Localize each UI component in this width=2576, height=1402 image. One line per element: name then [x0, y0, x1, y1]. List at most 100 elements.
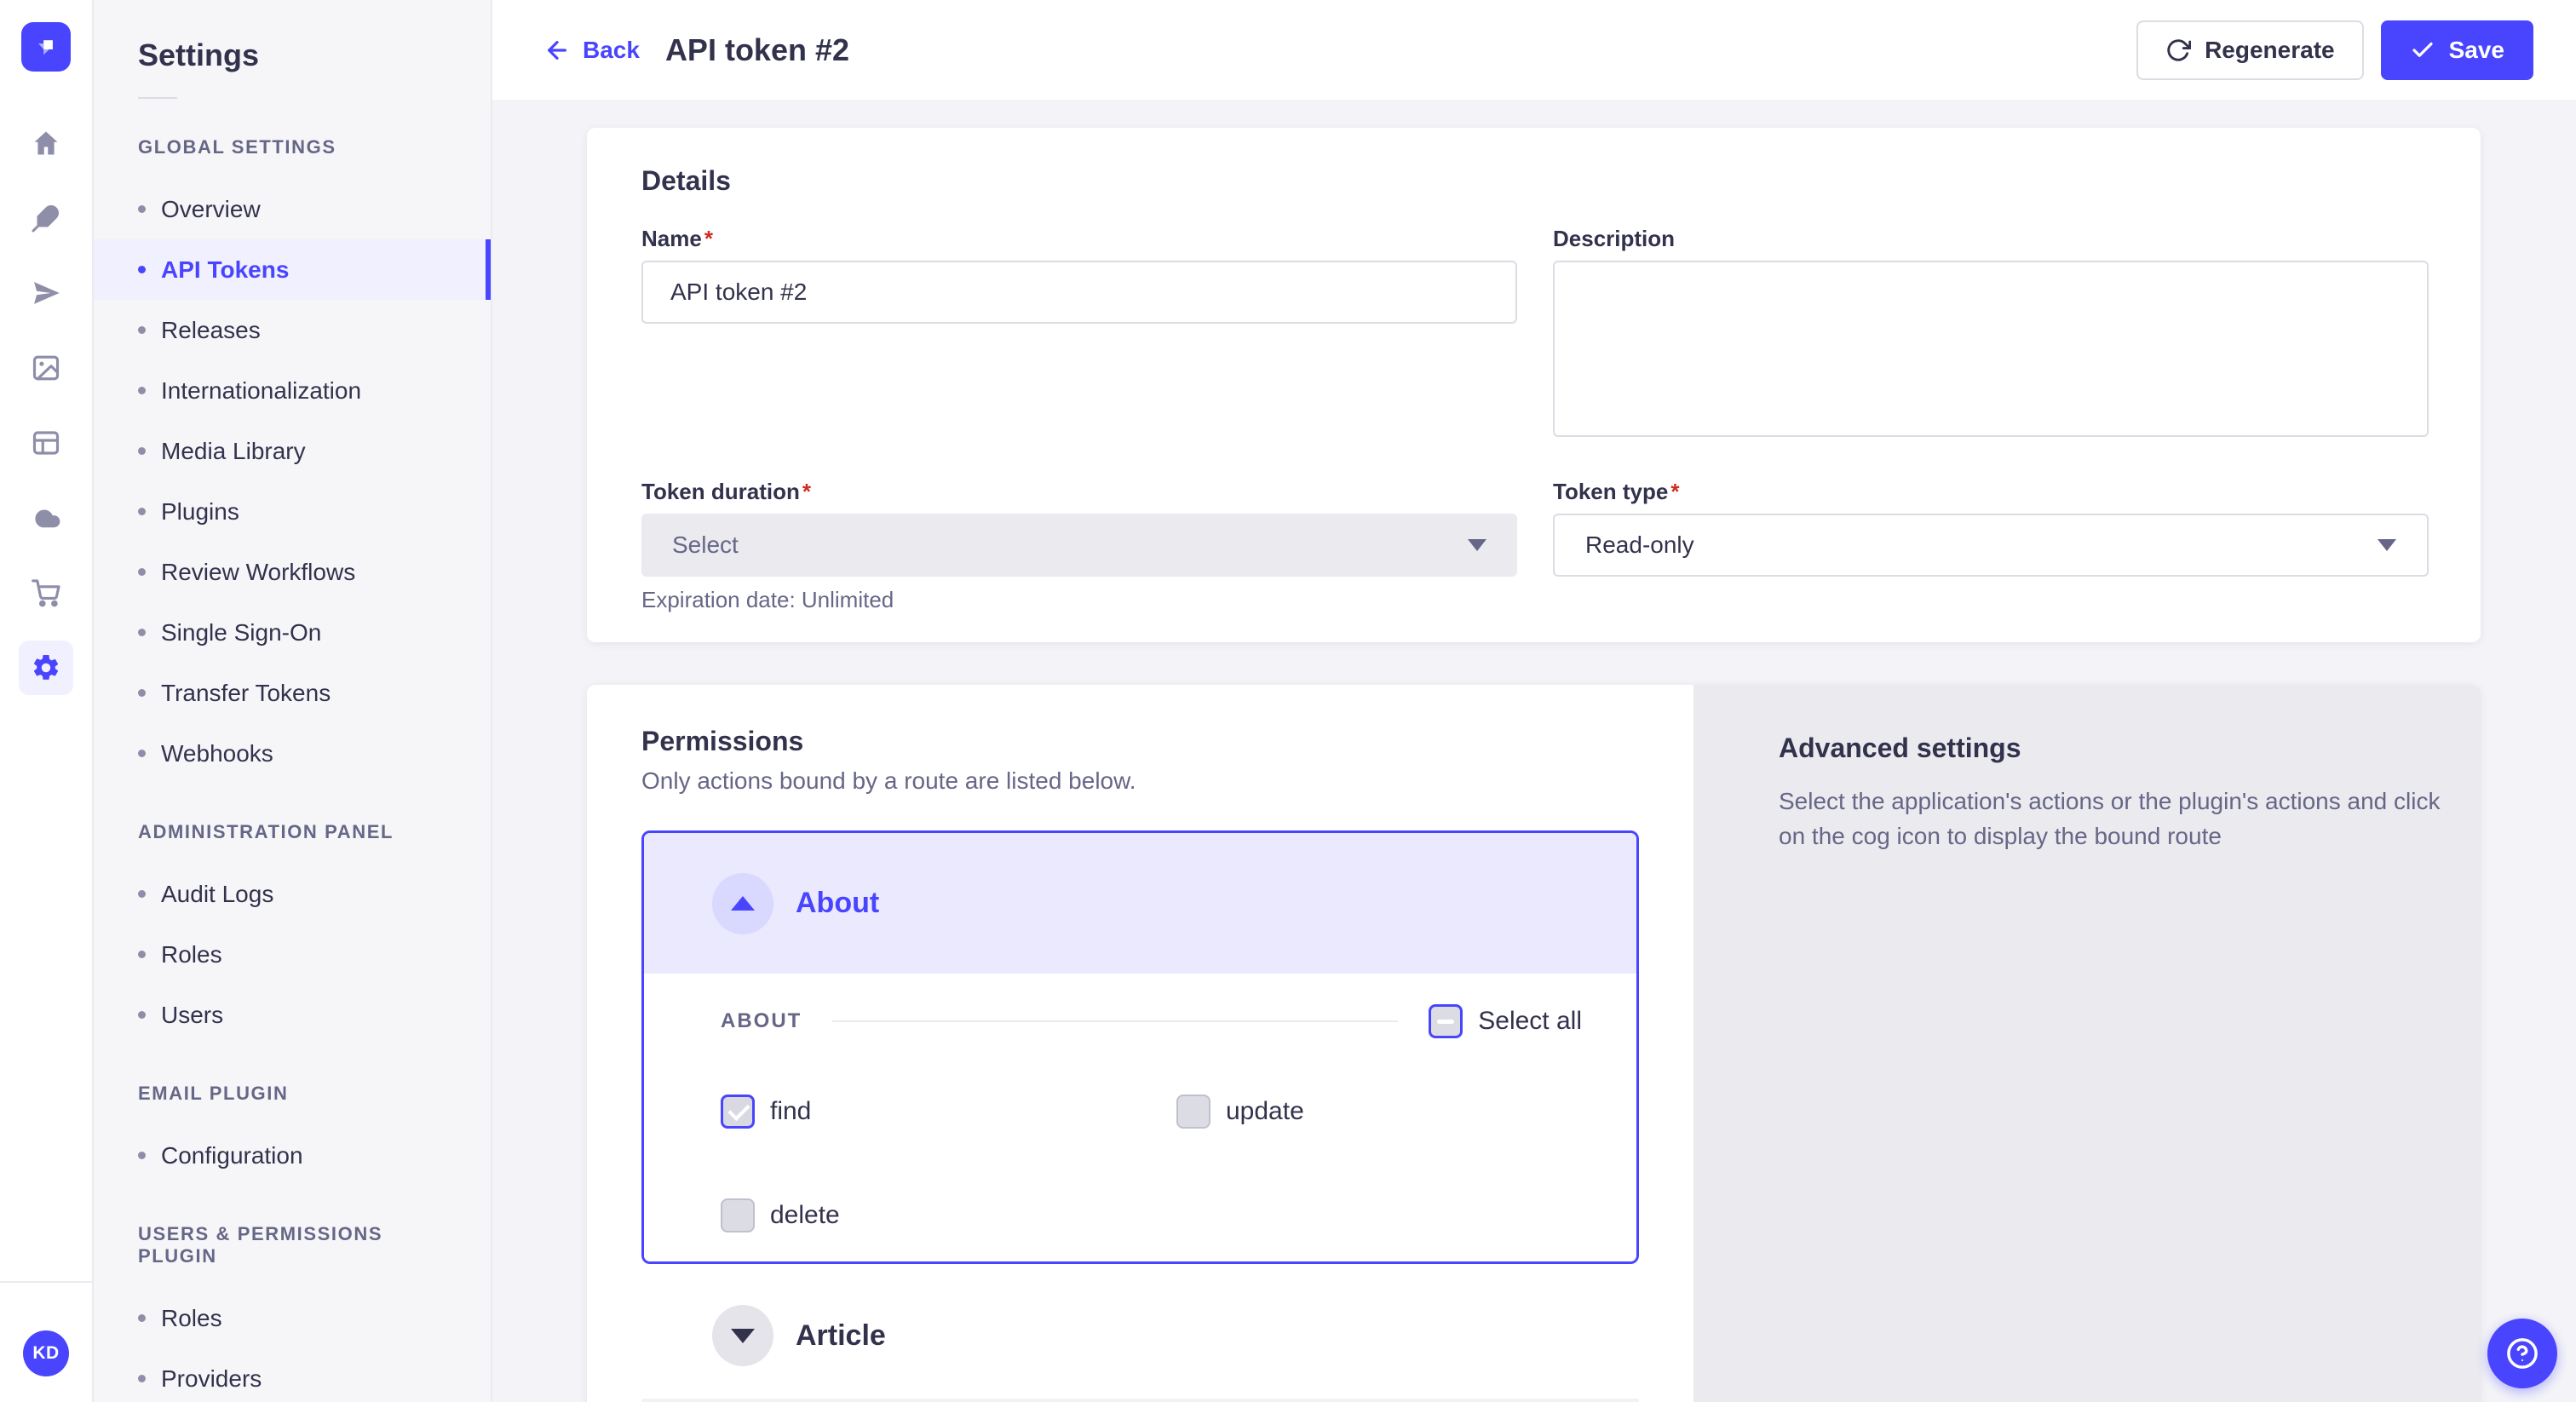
- sidebar-item-media-library[interactable]: Media Library: [94, 421, 491, 481]
- feather-icon[interactable]: [19, 191, 73, 245]
- regenerate-label: Regenerate: [2205, 37, 2335, 64]
- sidebar-item-internationalization[interactable]: Internationalization: [94, 360, 491, 421]
- find-checkbox[interactable]: [721, 1095, 755, 1129]
- sidebar-item-overview[interactable]: Overview: [94, 179, 491, 239]
- about-section-label: ABOUT: [721, 1009, 802, 1033]
- permissions-heading: Permissions: [641, 726, 1639, 757]
- about-section-row: ABOUT Select all: [721, 1004, 1582, 1038]
- sidebar-item-review-workflows[interactable]: Review Workflows: [94, 542, 491, 602]
- bullet-icon: [138, 1314, 146, 1322]
- sidebar-item-up-roles[interactable]: Roles: [94, 1288, 491, 1348]
- strapi-logo-mark: [32, 32, 60, 61]
- chevron-down-icon: [731, 1329, 755, 1343]
- sidebar-item-single-sign-on[interactable]: Single Sign-On: [94, 602, 491, 663]
- save-button[interactable]: Save: [2381, 20, 2533, 80]
- sidebar-item-audit-logs[interactable]: Audit Logs: [94, 864, 491, 924]
- bullet-icon: [138, 951, 146, 958]
- layout-icon[interactable]: [19, 416, 73, 470]
- accordion-article-header[interactable]: Article: [641, 1305, 1639, 1366]
- token-type-label: Token type*: [1553, 479, 2429, 505]
- gear-icon[interactable]: [19, 641, 73, 695]
- help-button[interactable]: [2487, 1319, 2557, 1388]
- section-items: Overview API Tokens Releases Internation…: [94, 179, 491, 784]
- sidebar-item-webhooks[interactable]: Webhooks: [94, 723, 491, 784]
- accordion-about-header[interactable]: About: [644, 833, 1636, 974]
- avatar[interactable]: KD: [23, 1330, 69, 1376]
- advanced-settings-panel: Advanced settings Select the application…: [1693, 685, 2481, 1402]
- cloud-icon[interactable]: [19, 491, 73, 545]
- cart-icon[interactable]: [19, 566, 73, 620]
- next-accordion-strip: [641, 1399, 1639, 1402]
- section-heading-email-plugin: EMAIL PLUGIN: [138, 1083, 446, 1105]
- bullet-icon: [138, 326, 146, 334]
- description-textarea[interactable]: [1553, 261, 2429, 437]
- strapi-logo[interactable]: [21, 22, 71, 72]
- bullet-icon: [138, 205, 146, 213]
- sidebar-item-transfer-tokens[interactable]: Transfer Tokens: [94, 663, 491, 723]
- question-circle-icon: [2504, 1336, 2540, 1371]
- sidebar-item-configuration[interactable]: Configuration: [94, 1125, 491, 1186]
- accordion-article-title: Article: [796, 1319, 886, 1353]
- page-header: Back API token #2 Regenerate Save: [492, 0, 2576, 100]
- about-actions-grid: find update delete: [721, 1095, 1582, 1232]
- name-input[interactable]: [641, 261, 1517, 324]
- bullet-icon: [138, 1011, 146, 1019]
- accordion-about-body: ABOUT Select all find: [644, 974, 1636, 1261]
- required-asterisk: *: [1670, 479, 1679, 504]
- token-duration-field-group: Token duration* Select Expiration date: …: [641, 479, 1517, 613]
- name-label: Name*: [641, 226, 1517, 252]
- find-label: find: [770, 1097, 811, 1126]
- regenerate-button[interactable]: Regenerate: [2136, 20, 2364, 80]
- section-heading-administration-panel: ADMINISTRATION PANEL: [138, 821, 446, 843]
- chevron-down-icon: [1468, 539, 1486, 551]
- collapse-toggle[interactable]: [712, 873, 773, 934]
- token-type-select[interactable]: Read-only: [1553, 514, 2429, 577]
- back-arrow-icon: [543, 37, 571, 64]
- action-find: find: [721, 1095, 1176, 1129]
- icon-rail: KD: [0, 0, 94, 1402]
- home-icon[interactable]: [19, 116, 73, 170]
- sidebar-item-api-tokens[interactable]: API Tokens: [94, 239, 491, 300]
- paper-plane-icon[interactable]: [19, 266, 73, 320]
- action-update: update: [1176, 1095, 1582, 1129]
- permissions-subtitle: Only actions bound by a route are listed…: [641, 767, 1639, 795]
- details-heading: Details: [641, 165, 2426, 197]
- details-form: Name* Description Token duration* Select…: [641, 226, 2426, 613]
- details-card: Details Name* Description Token duration…: [587, 128, 2481, 642]
- delete-checkbox[interactable]: [721, 1198, 755, 1232]
- token-type-value: Read-only: [1585, 531, 1694, 559]
- token-duration-label: Token duration*: [641, 479, 1517, 505]
- back-button[interactable]: Back: [543, 37, 640, 64]
- advanced-settings-body: Select the application's actions or the …: [1779, 784, 2452, 853]
- section-heading-global-settings: GLOBAL SETTINGS: [138, 136, 446, 158]
- sidebar-item-users[interactable]: Users: [94, 985, 491, 1045]
- check-icon: [2410, 37, 2435, 63]
- sidebar-title-divider: [138, 97, 177, 99]
- action-delete: delete: [721, 1198, 1176, 1232]
- name-field-group: Name*: [641, 226, 1517, 441]
- required-asterisk: *: [802, 479, 811, 504]
- accordion-about: About ABOUT Select all: [641, 830, 1639, 1264]
- bullet-icon: [138, 568, 146, 576]
- page-title: API token #2: [665, 32, 849, 68]
- section-items: Roles Providers: [94, 1288, 491, 1402]
- refresh-icon: [2165, 37, 2191, 63]
- token-type-field-group: Token type* Read-only: [1553, 479, 2429, 613]
- chevron-up-icon: [731, 896, 755, 911]
- sidebar-item-releases[interactable]: Releases: [94, 300, 491, 360]
- accordion-about-title: About: [796, 887, 879, 920]
- images-icon[interactable]: [19, 341, 73, 395]
- section-items: Configuration: [94, 1125, 491, 1186]
- advanced-settings-heading: Advanced settings: [1779, 733, 2421, 764]
- chevron-down-icon: [2378, 539, 2396, 551]
- sidebar-item-admin-roles[interactable]: Roles: [94, 924, 491, 985]
- select-all-control[interactable]: Select all: [1429, 1004, 1582, 1038]
- update-label: update: [1226, 1097, 1304, 1126]
- bullet-icon: [138, 387, 146, 394]
- sidebar-item-providers[interactable]: Providers: [94, 1348, 491, 1402]
- update-checkbox[interactable]: [1176, 1095, 1210, 1129]
- token-duration-select[interactable]: Select: [641, 514, 1517, 577]
- sidebar-item-plugins[interactable]: Plugins: [94, 481, 491, 542]
- expand-toggle[interactable]: [712, 1305, 773, 1366]
- select-all-checkbox[interactable]: [1429, 1004, 1463, 1038]
